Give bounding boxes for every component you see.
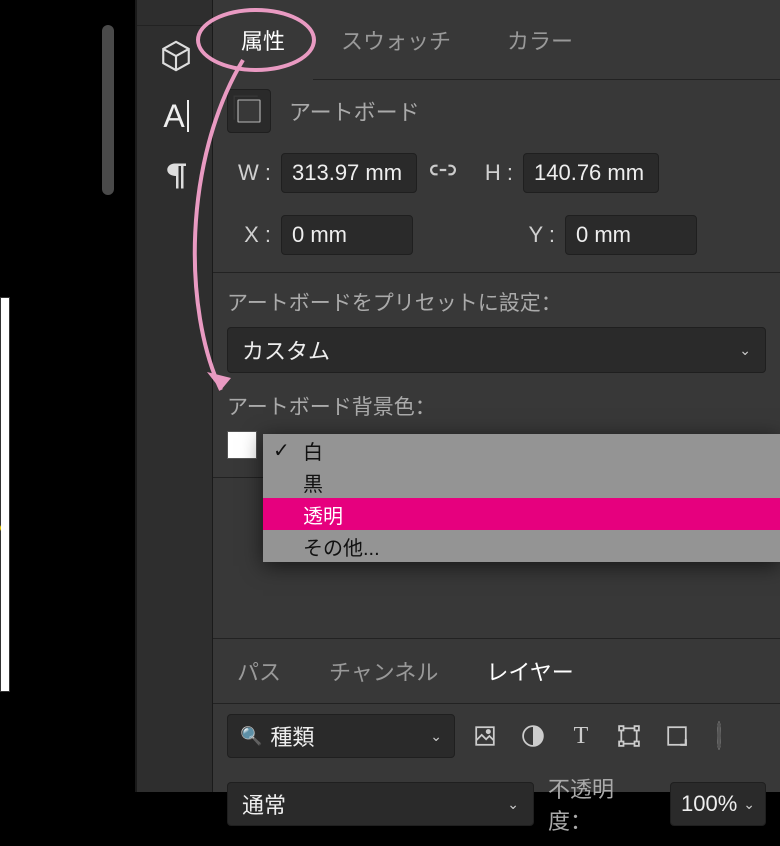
tab-properties[interactable]: 属性 — [213, 0, 313, 80]
preset-select[interactable]: カスタム ⌄ — [227, 327, 766, 373]
tab-channels[interactable]: チャンネル — [305, 638, 462, 704]
tab-layers[interactable]: レイヤー — [462, 638, 597, 704]
chevron-down-icon: ⌄ — [430, 728, 442, 745]
preset-value: カスタム — [242, 334, 330, 366]
link-dimensions-icon[interactable] — [427, 159, 459, 187]
bgcolor-option-label: 白 — [303, 436, 323, 465]
bgcolor-dropdown: ✓ 白 黒 透明 その他... — [263, 434, 780, 562]
bgcolor-option-label: 透明 — [303, 500, 343, 529]
artboard-properties-section: アートボード W : H : X : Y : アートボードをプリセットに設定： … — [213, 80, 780, 478]
tab-paths[interactable]: パス — [213, 638, 305, 704]
bgcolor-swatch[interactable] — [227, 431, 257, 459]
bgcolor-label: アートボード背景色： — [227, 391, 766, 421]
tool-separator — [137, 0, 215, 26]
chevron-down-icon: ⌄ — [739, 342, 751, 359]
opacity-value: 100% — [681, 791, 737, 817]
bgcolor-option-white[interactable]: ✓ 白 — [263, 434, 780, 466]
layers-controls: 🔍 種類 ⌄ T 通常 ⌄ 不透明度： 100% ⌄ — [213, 704, 780, 846]
panel-tabs-top: 属性 スウォッチ カラー — [213, 0, 780, 80]
filter-type-icon[interactable]: T — [569, 724, 593, 748]
bgcolor-option-label: その他... — [303, 532, 380, 561]
3d-tool-icon[interactable] — [137, 26, 215, 86]
chevron-down-icon: ⌄ — [743, 796, 755, 813]
bgcolor-option-label: 黒 — [303, 468, 323, 497]
filter-shape-icon[interactable] — [617, 724, 641, 748]
height-label: H : — [469, 160, 513, 186]
opacity-input[interactable]: 100% ⌄ — [670, 782, 766, 826]
height-input[interactable] — [523, 153, 659, 193]
search-icon: 🔍 — [240, 726, 262, 747]
filter-toggle[interactable] — [713, 723, 721, 749]
width-input[interactable] — [281, 153, 417, 193]
chevron-down-icon: ⌄ — [507, 796, 519, 813]
preset-section-label: アートボードをプリセットに設定： — [227, 287, 766, 317]
y-input[interactable] — [565, 215, 697, 255]
opacity-label: 不透明度： — [548, 772, 656, 836]
x-input[interactable] — [281, 215, 413, 255]
layer-filter-icons: T — [473, 723, 721, 749]
bgcolor-option-black[interactable]: 黒 — [263, 466, 780, 498]
x-label: X : — [227, 222, 271, 248]
layer-filter-select[interactable]: 🔍 種類 ⌄ — [227, 714, 455, 758]
filter-smartobject-icon[interactable] — [665, 724, 689, 748]
document-canvas-sliver — [0, 297, 10, 692]
y-label: Y : — [511, 222, 555, 248]
bgcolor-option-transparent[interactable]: 透明 — [263, 498, 780, 530]
paragraph-tool-icon[interactable] — [137, 146, 215, 206]
type-tool-icon[interactable]: A — [137, 86, 215, 146]
width-label: W : — [227, 160, 271, 186]
artboard-icon — [227, 89, 271, 133]
blend-mode-value: 通常 — [242, 788, 286, 820]
filter-adjustment-icon[interactable] — [521, 724, 545, 748]
vertical-scrollbar[interactable] — [102, 25, 114, 195]
bgcolor-option-other[interactable]: その他... — [263, 530, 780, 562]
artboard-label: アートボード — [289, 95, 420, 127]
blend-mode-select[interactable]: 通常 ⌄ — [227, 782, 534, 826]
properties-panel: 属性 スウォッチ カラー アートボード W : H : X : Y : — [213, 0, 780, 792]
panel-tabs-bottom: パス チャンネル レイヤー — [213, 638, 780, 704]
tab-swatches[interactable]: スウォッチ — [313, 0, 479, 80]
layer-filter-value: 種類 — [270, 720, 314, 752]
check-icon: ✓ — [273, 438, 290, 463]
left-toolbar: A — [135, 0, 213, 792]
tab-color[interactable]: カラー — [479, 0, 601, 80]
filter-pixel-icon[interactable] — [473, 724, 497, 748]
